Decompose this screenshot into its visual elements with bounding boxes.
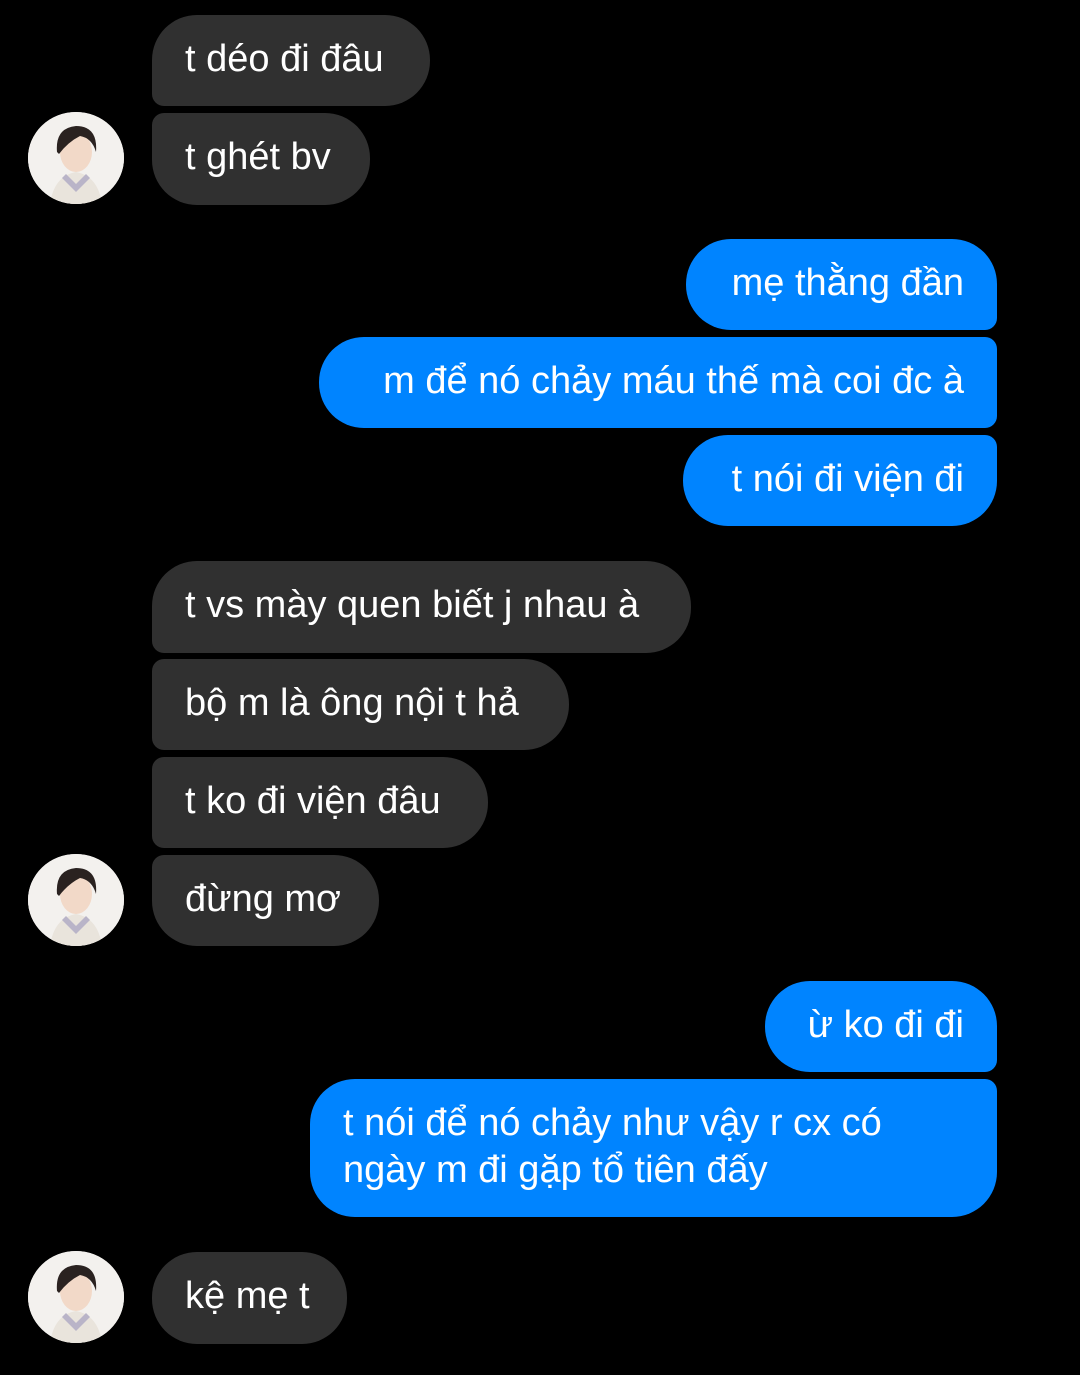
- contact-avatar-icon[interactable]: [28, 1251, 124, 1343]
- person-portrait-icon: [28, 1251, 124, 1343]
- message-bubble-incoming[interactable]: bộ m là ông nội t hả: [152, 659, 569, 750]
- message-bubble-outgoing[interactable]: t nói đi viện đi: [683, 435, 997, 526]
- contact-avatar-icon[interactable]: [28, 112, 124, 204]
- person-portrait-icon: [28, 112, 124, 204]
- contact-avatar-icon[interactable]: [28, 854, 124, 946]
- message-bubble-outgoing[interactable]: t nói để nó chảy như vậy r cx có ngày m …: [310, 1079, 997, 1217]
- message-bubble-outgoing[interactable]: ừ ko đi đi: [765, 981, 997, 1072]
- message-bubble-incoming[interactable]: t ghét bv: [152, 113, 370, 205]
- message-bubble-incoming[interactable]: kệ mẹ t: [152, 1252, 347, 1344]
- message-bubble-incoming[interactable]: t ko đi viện đâu: [152, 757, 488, 848]
- message-bubble-outgoing[interactable]: m để nó chảy máu thế mà coi đc à: [319, 337, 997, 428]
- message-bubble-incoming[interactable]: t déo đi đâu: [152, 15, 430, 106]
- message-bubble-incoming[interactable]: t vs mày quen biết j nhau à: [152, 561, 691, 653]
- message-bubble-outgoing[interactable]: mẹ thằng đần: [686, 239, 997, 330]
- person-portrait-icon: [28, 854, 124, 946]
- message-bubble-incoming[interactable]: đừng mơ: [152, 855, 379, 946]
